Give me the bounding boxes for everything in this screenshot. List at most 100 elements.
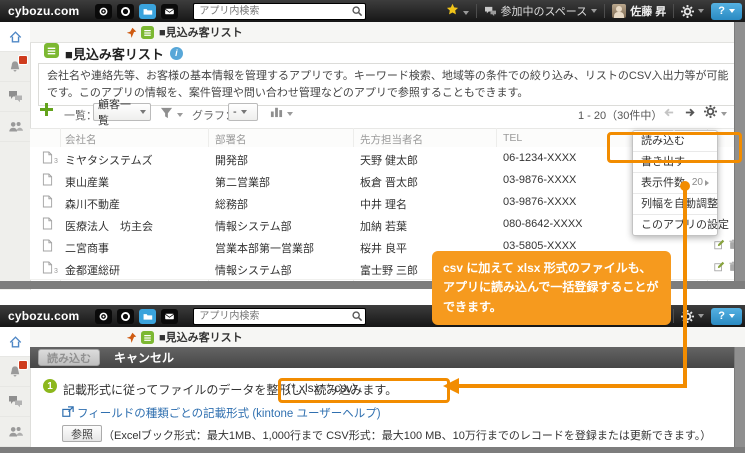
table-row[interactable]: 森川不動産総務部中井 理名03-9876-XXXX (30, 191, 735, 214)
list-settings-gear[interactable] (704, 105, 727, 123)
sidebar-item-notifications[interactable] (0, 357, 30, 387)
pin-icon (126, 332, 137, 343)
service-icon-clock[interactable] (117, 309, 134, 324)
service-icon-mail[interactable] (161, 309, 178, 324)
edit-record-icon[interactable] (714, 261, 725, 275)
cell-department: 情報システム部 (215, 262, 355, 278)
cell-contact: 天野 健太郎 (360, 152, 498, 168)
search-input[interactable] (193, 308, 366, 325)
cell-department: 第二営業部 (215, 174, 355, 190)
app-search (193, 308, 366, 325)
sidebar-item-people[interactable] (0, 417, 30, 447)
menu-item-page-size[interactable]: 表示件数20 (633, 173, 717, 194)
user-name[interactable]: 佐藤 昇 (630, 3, 666, 19)
cell-contact: 加納 若葉 (360, 218, 498, 234)
cell-contact: 中井 理名 (360, 196, 498, 212)
bottom-crop-band (0, 447, 745, 453)
list-toolbar: 一覧： 顧客一覧 グラフ： - 1 - 20（30件中） (0, 100, 745, 127)
cell-department: 営業本部第一営業部 (215, 240, 355, 256)
list-select[interactable]: 顧客一覧 (93, 103, 151, 121)
service-icon-kintone[interactable] (139, 4, 156, 19)
sidebar-item-home[interactable] (0, 327, 30, 357)
cancel-button[interactable]: キャンセル (114, 349, 174, 366)
sidebar-item-messages[interactable] (0, 387, 30, 417)
table-row[interactable]: 医療法人 坊主会情報システム部加納 若葉 080-8642-XXXX (30, 213, 735, 236)
service-icon-people[interactable] (95, 309, 112, 324)
left-sidebar (0, 22, 31, 290)
home-icon (8, 335, 23, 349)
gear-icon (704, 105, 717, 118)
cell-tel: 080-8642-XXXX (503, 218, 628, 230)
screenshot-stage: cybozu.com 参加中のスペース 佐藤 昇 ? (0, 0, 745, 453)
record-icon[interactable] (42, 151, 53, 167)
tab-strip: ■見込み客リスト (30, 22, 745, 43)
gear-icon (681, 5, 694, 18)
chat-bubbles-icon (8, 395, 23, 408)
menu-item-autofit-columns[interactable]: 列幅を自動調整 (633, 194, 717, 215)
left-sidebar (0, 327, 31, 453)
import-action-bar: 読み込む キャンセル (30, 347, 745, 368)
filter-button[interactable] (160, 106, 183, 124)
edit-record-icon[interactable] (714, 239, 725, 253)
sidebar-item-notifications[interactable] (0, 52, 30, 82)
favorites-menu[interactable] (446, 3, 469, 19)
record-icon[interactable] (42, 195, 53, 211)
scrollbar-thumb[interactable] (734, 347, 745, 447)
prev-page-button[interactable] (662, 106, 675, 124)
cell-company: 二宮商事 (65, 240, 210, 256)
record-icon[interactable] (42, 239, 53, 255)
column-contact[interactable]: 先方担当者名 (360, 132, 423, 147)
app-tab[interactable]: ■見込み客リスト (126, 329, 243, 345)
user-avatar[interactable] (612, 4, 626, 18)
record-icon[interactable] (42, 173, 53, 189)
people-icon (8, 425, 23, 438)
cybozu-logo[interactable]: cybozu.com (8, 4, 79, 18)
browse-file-button[interactable]: 参照 (62, 425, 102, 442)
column-department[interactable]: 部署名 (215, 132, 247, 147)
sidebar-item-home[interactable] (0, 22, 30, 52)
tab-strip: ■見込み客リスト (30, 327, 745, 348)
search-icon[interactable] (351, 4, 363, 22)
search-input[interactable] (193, 3, 366, 20)
spaces-icon (484, 6, 497, 17)
record-icon[interactable] (42, 217, 53, 233)
cell-contact: 板倉 晋太郎 (360, 174, 498, 190)
step-number-badge: 1 (43, 379, 57, 393)
tab-title: ■見込み客リスト (159, 24, 243, 40)
external-link-icon (62, 405, 74, 423)
bar-chart-icon (270, 105, 283, 118)
service-icon-mail[interactable] (161, 4, 178, 19)
cell-company: ミヤタシステムズ (65, 152, 210, 168)
cell-tel: 03-9876-XXXX (503, 174, 628, 186)
settings-menu[interactable] (681, 5, 704, 18)
cell-department: 情報システム部 (215, 218, 355, 234)
service-icon-people[interactable] (95, 4, 112, 19)
cell-company: 森川不動産 (65, 196, 210, 212)
cybozu-logo[interactable]: cybozu.com (8, 309, 79, 323)
cell-company: 医療法人 坊主会 (65, 218, 210, 234)
spaces-menu[interactable]: 参加中のスペース (484, 3, 598, 19)
service-icon-clock[interactable] (117, 4, 134, 19)
page-title: ■見込み客リスト (65, 44, 164, 63)
submenu-arrow-icon (705, 180, 712, 186)
import-submit-button[interactable]: 読み込む (38, 349, 100, 366)
search-icon[interactable] (351, 309, 363, 327)
next-page-button[interactable] (684, 106, 697, 124)
add-record-button[interactable] (40, 103, 53, 121)
record-icon[interactable] (42, 261, 53, 277)
chart-button[interactable] (270, 105, 293, 123)
app-tab[interactable]: ■見込み客リスト (126, 24, 243, 40)
help-button[interactable]: ? (711, 3, 742, 20)
help-button[interactable]: ? (711, 308, 742, 325)
column-company[interactable]: 会社名 (65, 132, 97, 147)
service-icon-kintone[interactable] (139, 309, 156, 324)
table-row[interactable]: 東山産業第二営業部板倉 晋太郎 03-9876-XXXX (30, 169, 735, 192)
menu-item-app-settings[interactable]: このアプリの設定 (633, 215, 717, 235)
cell-tel: 03-9876-XXXX (503, 196, 628, 208)
app-mini-icon (141, 26, 154, 39)
graph-select[interactable]: - (228, 103, 258, 121)
cell-company: 東山産業 (65, 174, 210, 190)
column-tel[interactable]: TEL (503, 132, 522, 144)
spaces-label: 参加中のスペース (501, 3, 588, 19)
format-help-link[interactable]: フィールドの種類ごとの記載形式 (kintone ユーザーヘルプ) (77, 405, 381, 421)
